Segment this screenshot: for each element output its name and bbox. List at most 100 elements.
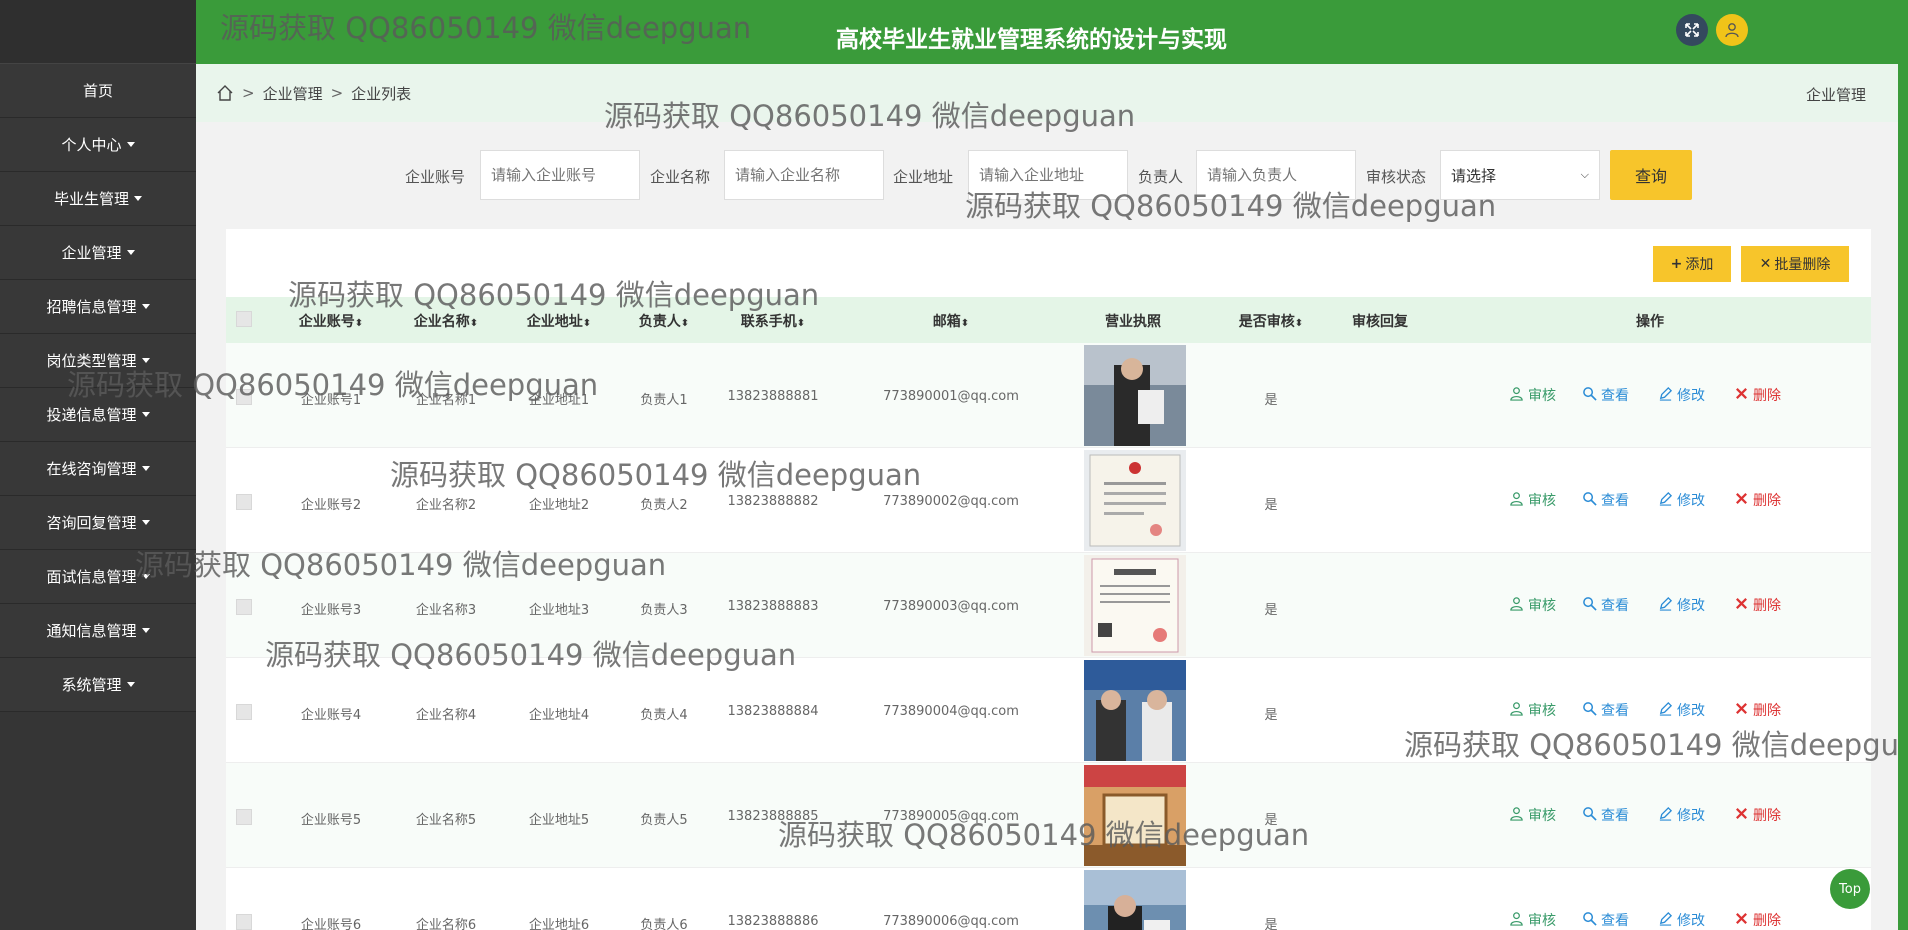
close-icon xyxy=(1734,491,1749,510)
company-name-input[interactable] xyxy=(724,150,884,200)
sidebar-item-label: 在线咨询管理 xyxy=(46,460,137,478)
audit-link[interactable]: 审核 xyxy=(1509,490,1556,510)
sidebar-item[interactable]: 招聘信息管理 xyxy=(0,280,196,334)
sidebar-item[interactable]: 岗位类型管理 xyxy=(0,334,196,388)
delete-link[interactable]: 删除 xyxy=(1734,490,1781,510)
view-link[interactable]: 查看 xyxy=(1582,805,1629,825)
sidebar-item[interactable]: 首页 xyxy=(0,64,196,118)
table-row: 企业账号6 企业名称6 企业地址6 负责人6 13823888886 773890006@… xyxy=(226,868,1871,930)
pencil-icon xyxy=(1658,491,1673,510)
cell-audited: 是 xyxy=(1264,813,1278,828)
sidebar-item[interactable]: 通知信息管理 xyxy=(0,604,196,658)
sidebar-item[interactable]: 企业管理 xyxy=(0,226,196,280)
th-person[interactable]: 负责人⬍ xyxy=(639,311,689,331)
status-select[interactable]: 请选择 ⌵ xyxy=(1440,150,1600,200)
row-checkbox[interactable] xyxy=(236,599,252,615)
edit-link[interactable]: 修改 xyxy=(1658,700,1705,720)
th-email[interactable]: 邮箱⬍ xyxy=(933,311,969,331)
edit-link[interactable]: 修改 xyxy=(1658,805,1705,825)
close-icon xyxy=(1734,386,1749,405)
th-name[interactable]: 企业名称⬍ xyxy=(414,311,478,331)
account-input[interactable] xyxy=(480,150,640,200)
pencil-icon xyxy=(1658,386,1673,405)
sidebar-item[interactable]: 毕业生管理 xyxy=(0,172,196,226)
cell-audited: 是 xyxy=(1264,498,1278,513)
th-account[interactable]: 企业账号⬍ xyxy=(299,311,363,331)
edit-link[interactable]: 修改 xyxy=(1658,490,1705,510)
view-link[interactable]: 查看 xyxy=(1582,910,1629,930)
sidebar-item[interactable]: 面试信息管理 xyxy=(0,550,196,604)
address-input[interactable] xyxy=(968,150,1128,200)
row-checkbox[interactable] xyxy=(236,809,252,825)
delete-link[interactable]: 删除 xyxy=(1734,385,1781,405)
row-checkbox[interactable] xyxy=(236,389,252,405)
cell-person: 负责人5 xyxy=(640,813,688,828)
audit-link[interactable]: 审核 xyxy=(1509,385,1556,405)
sidebar-item[interactable]: 咨询回复管理 xyxy=(0,496,196,550)
table-row: 企业账号3 企业名称3 企业地址3 负责人3 13823888883 773890003@… xyxy=(226,553,1871,658)
license-thumbnail[interactable] xyxy=(1084,450,1186,551)
sidebar-item[interactable]: 个人中心 xyxy=(0,118,196,172)
delete-link[interactable]: 删除 xyxy=(1734,595,1781,615)
audit-link[interactable]: 审核 xyxy=(1509,910,1556,930)
license-thumbnail[interactable] xyxy=(1084,870,1186,930)
cell-account: 企业账号1 xyxy=(300,393,362,408)
caret-down-icon xyxy=(126,142,135,147)
delete-link[interactable]: 删除 xyxy=(1734,910,1781,930)
edit-link[interactable]: 修改 xyxy=(1658,595,1705,615)
license-thumbnail[interactable] xyxy=(1084,345,1186,446)
cell-email: 773890003@qq.com xyxy=(883,599,1019,614)
th-audited[interactable]: 是否审核⬍ xyxy=(1239,311,1303,331)
user-menu-button[interactable] xyxy=(1716,14,1748,46)
cell-email: 773890005@qq.com xyxy=(883,809,1019,824)
th-phone[interactable]: 联系手机⬍ xyxy=(741,311,805,331)
cell-person: 负责人1 xyxy=(640,393,688,408)
add-button-label: 添加 xyxy=(1685,257,1714,273)
user-check-icon xyxy=(1509,596,1524,615)
caret-down-icon xyxy=(141,412,150,417)
caret-down-icon xyxy=(141,466,150,471)
delete-link[interactable]: 删除 xyxy=(1734,805,1781,825)
view-link[interactable]: 查看 xyxy=(1582,595,1629,615)
audit-link[interactable]: 审核 xyxy=(1509,595,1556,615)
edit-link[interactable]: 修改 xyxy=(1658,385,1705,405)
cell-email: 773890001@qq.com xyxy=(883,389,1019,404)
sidebar-item[interactable]: 在线咨询管理 xyxy=(0,442,196,496)
view-link[interactable]: 查看 xyxy=(1582,490,1629,510)
caret-down-icon xyxy=(126,250,135,255)
view-link[interactable]: 查看 xyxy=(1582,385,1629,405)
fullscreen-button[interactable] xyxy=(1676,14,1708,46)
license-thumbnail[interactable] xyxy=(1084,660,1186,761)
top-header: 高校毕业生就业管理系统的设计与实现 xyxy=(196,0,1898,64)
edit-link[interactable]: 修改 xyxy=(1658,910,1705,930)
cell-name: 企业名称5 xyxy=(415,813,477,828)
select-all-checkbox[interactable] xyxy=(236,311,252,327)
audit-link[interactable]: 审核 xyxy=(1509,700,1556,720)
sidebar-item[interactable]: 投递信息管理 xyxy=(0,388,196,442)
delete-link[interactable]: 删除 xyxy=(1734,700,1781,720)
license-thumbnail[interactable] xyxy=(1084,765,1186,866)
back-to-top-button[interactable]: Top xyxy=(1830,869,1870,909)
sidebar-item[interactable]: 系统管理 xyxy=(0,658,196,712)
view-link[interactable]: 查看 xyxy=(1582,700,1629,720)
cell-account: 企业账号3 xyxy=(300,603,362,618)
audit-link[interactable]: 审核 xyxy=(1509,805,1556,825)
row-checkbox[interactable] xyxy=(236,494,252,510)
add-button[interactable]: + 添加 xyxy=(1653,246,1731,282)
person-input[interactable] xyxy=(1196,150,1356,200)
address-label: 企业地址 xyxy=(893,168,954,186)
breadcrumb-company-management[interactable]: 企业管理 xyxy=(263,83,323,104)
cell-address: 企业地址3 xyxy=(528,603,590,618)
cell-account: 企业账号2 xyxy=(300,498,362,513)
cell-account: 企业账号6 xyxy=(300,918,362,930)
query-button[interactable]: 查询 xyxy=(1610,150,1692,200)
batch-delete-button[interactable]: ✕ 批量删除 xyxy=(1741,246,1849,282)
row-checkbox[interactable] xyxy=(236,914,252,930)
home-icon[interactable] xyxy=(216,84,234,102)
sidebar-item-label: 通知信息管理 xyxy=(46,622,137,640)
th-address[interactable]: 企业地址⬍ xyxy=(527,311,591,331)
row-checkbox[interactable] xyxy=(236,704,252,720)
table-row: 企业账号5 企业名称5 企业地址5 负责人5 13823888885 773890005@… xyxy=(226,763,1871,868)
license-thumbnail[interactable] xyxy=(1084,555,1186,656)
table-panel: + 添加 ✕ 批量删除 企业账号⬍ 企业名称⬍ 企业地址⬍ 负责人⬍ 联系手机⬍… xyxy=(226,229,1871,930)
